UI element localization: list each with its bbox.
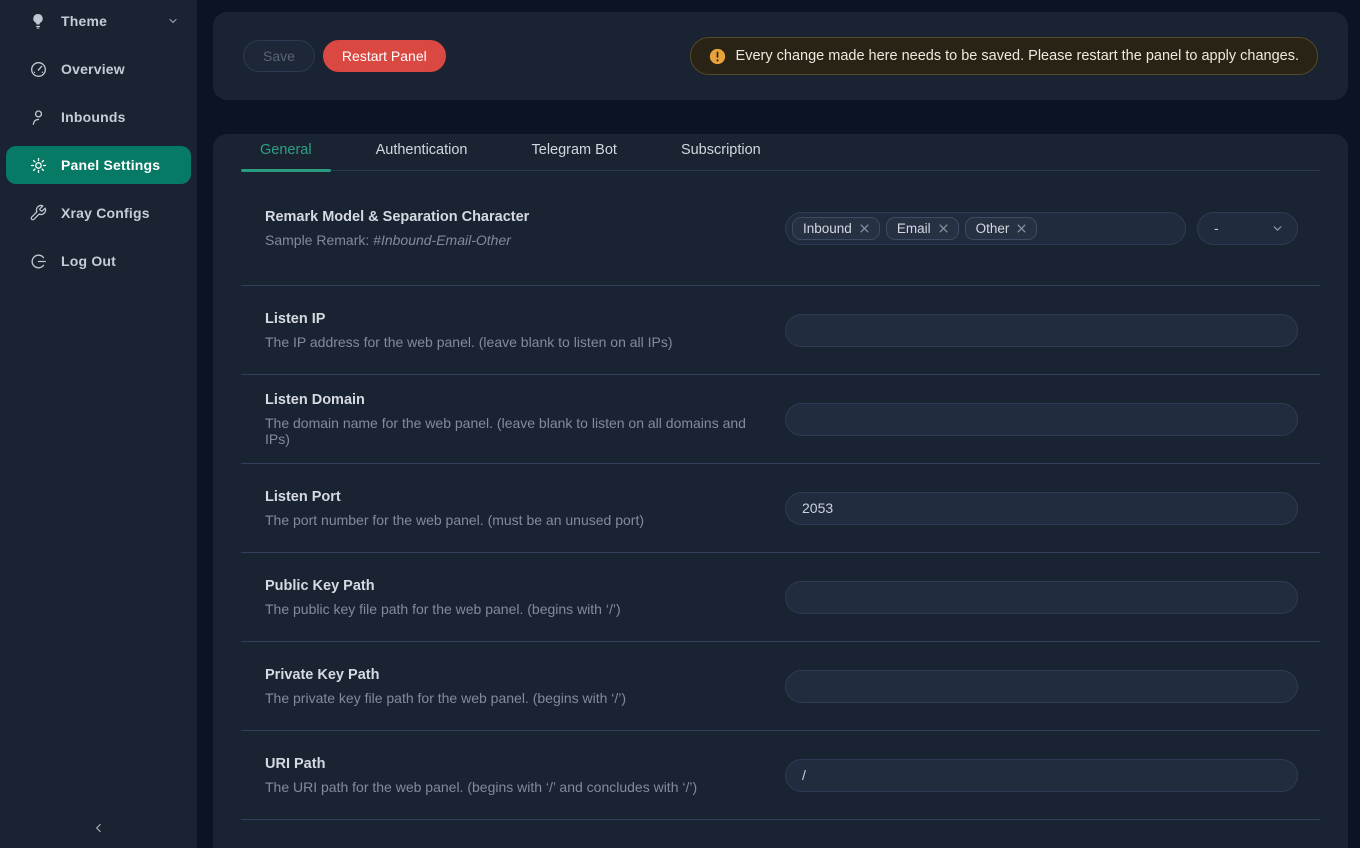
separator-select[interactable]: -: [1197, 212, 1298, 245]
field-description: The public key file path for the web pan…: [265, 601, 755, 617]
sidebar: Theme Overview Inbounds Panel Settings: [0, 0, 197, 848]
field-control: [785, 492, 1298, 525]
sidebar-item-theme[interactable]: Theme: [6, 2, 191, 40]
field-description: Sample Remark: #Inbound-Email-Other: [265, 232, 755, 248]
sidebar-item-panel-settings[interactable]: Panel Settings: [6, 146, 191, 184]
sidebar-item-inbounds[interactable]: Inbounds: [6, 98, 191, 136]
panel-settings-card: General Authentication Telegram Bot Subs…: [213, 134, 1348, 848]
field-title: Listen IP: [265, 311, 755, 327]
field-description: The URI path for the web panel. (begins …: [265, 779, 755, 795]
public-key-path-input[interactable]: [785, 581, 1298, 614]
restart-panel-button[interactable]: Restart Panel: [323, 40, 446, 72]
settings-tabs: General Authentication Telegram Bot Subs…: [241, 134, 1320, 171]
listen-domain-input[interactable]: [785, 403, 1298, 436]
logout-icon: [28, 252, 48, 271]
chevron-down-icon: [1271, 222, 1284, 235]
field-title: URI Path: [265, 756, 755, 772]
tag-other: Other: [965, 217, 1038, 240]
form-row-remark-model: Remark Model & Separation Character Samp…: [241, 171, 1320, 286]
tab-subscription[interactable]: Subscription: [662, 134, 780, 170]
field-description: The domain name for the web panel. (leav…: [265, 415, 755, 447]
field-control: [785, 403, 1298, 436]
field-title: Public Key Path: [265, 578, 755, 594]
field-label-block: URI Path The URI path for the web panel.…: [265, 756, 785, 795]
save-button[interactable]: Save: [243, 40, 315, 72]
separator-select-value: -: [1214, 220, 1219, 236]
form-row-private-key-path: Private Key Path The private key file pa…: [241, 642, 1320, 731]
sidebar-item-xray-configs[interactable]: Xray Configs: [6, 194, 191, 232]
tab-authentication[interactable]: Authentication: [357, 134, 487, 170]
sample-remark-prefix: Sample Remark:: [265, 232, 373, 248]
listen-ip-input[interactable]: [785, 314, 1298, 347]
uri-path-input[interactable]: [785, 759, 1298, 792]
field-control: Inbound Email Other -: [785, 212, 1298, 245]
toolbar-card: Save Restart Panel Every change made her…: [213, 12, 1348, 100]
field-description: The port number for the web panel. (must…: [265, 512, 755, 528]
sidebar-item-label: Theme: [61, 13, 107, 29]
gauge-icon: [28, 60, 48, 79]
field-control: [785, 759, 1298, 792]
field-title: Remark Model & Separation Character: [265, 209, 755, 225]
sidebar-nav: Theme Overview Inbounds Panel Settings: [0, 0, 197, 280]
sidebar-item-label: Log Out: [61, 253, 116, 269]
remove-tag-icon[interactable]: [1017, 224, 1026, 233]
lightbulb-icon: [28, 12, 48, 30]
field-label-block: Public Key Path The public key file path…: [265, 578, 785, 617]
field-control: [785, 670, 1298, 703]
wrench-icon: [28, 204, 48, 222]
field-label-block: Listen Domain The domain name for the we…: [265, 392, 785, 447]
field-title: Listen Port: [265, 489, 755, 505]
chevron-left-icon: [92, 821, 106, 835]
field-control: [785, 314, 1298, 347]
tag-inbound: Inbound: [792, 217, 880, 240]
field-label-block: Listen Port The port number for the web …: [265, 489, 785, 528]
form-row-listen-port: Listen Port The port number for the web …: [241, 464, 1320, 553]
field-label-block: Private Key Path The private key file pa…: [265, 667, 785, 706]
restart-warning-alert: Every change made here needs to be saved…: [690, 37, 1318, 75]
field-description: The IP address for the web panel. (leave…: [265, 334, 755, 350]
field-description: The private key file path for the web pa…: [265, 690, 755, 706]
form-row-uri-path: URI Path The URI path for the web panel.…: [241, 731, 1320, 820]
sidebar-item-label: Panel Settings: [61, 157, 160, 173]
sidebar-item-overview[interactable]: Overview: [6, 50, 191, 88]
field-label-block: Remark Model & Separation Character Samp…: [265, 209, 785, 248]
sidebar-item-label: Overview: [61, 61, 125, 77]
main-content: Save Restart Panel Every change made her…: [197, 0, 1360, 848]
sample-remark-value: #Inbound-Email-Other: [373, 232, 511, 248]
tag-label: Inbound: [803, 221, 852, 236]
warning-text: Every change made here needs to be saved…: [736, 48, 1299, 64]
sidebar-collapse-button[interactable]: [0, 814, 197, 842]
field-control: [785, 581, 1298, 614]
tag-label: Other: [976, 221, 1010, 236]
tag-email: Email: [886, 217, 959, 240]
form-row-public-key-path: Public Key Path The public key file path…: [241, 553, 1320, 642]
gear-icon: [28, 156, 48, 175]
field-label-block: Listen IP The IP address for the web pan…: [265, 311, 785, 350]
field-title: Listen Domain: [265, 392, 755, 408]
sidebar-item-log-out[interactable]: Log Out: [6, 242, 191, 280]
chevron-down-icon: [167, 15, 179, 27]
warning-icon: [709, 48, 726, 65]
form-row-listen-ip: Listen IP The IP address for the web pan…: [241, 286, 1320, 375]
listen-port-input[interactable]: [785, 492, 1298, 525]
form-row-listen-domain: Listen Domain The domain name for the we…: [241, 375, 1320, 464]
tab-telegram-bot[interactable]: Telegram Bot: [513, 134, 636, 170]
user-icon: [28, 108, 48, 127]
sidebar-item-label: Inbounds: [61, 109, 126, 125]
tab-general[interactable]: General: [241, 134, 331, 170]
sidebar-item-label: Xray Configs: [61, 205, 150, 221]
remove-tag-icon[interactable]: [860, 224, 869, 233]
tag-label: Email: [897, 221, 931, 236]
field-title: Private Key Path: [265, 667, 755, 683]
remark-model-multiselect[interactable]: Inbound Email Other: [785, 212, 1186, 245]
remove-tag-icon[interactable]: [939, 224, 948, 233]
private-key-path-input[interactable]: [785, 670, 1298, 703]
